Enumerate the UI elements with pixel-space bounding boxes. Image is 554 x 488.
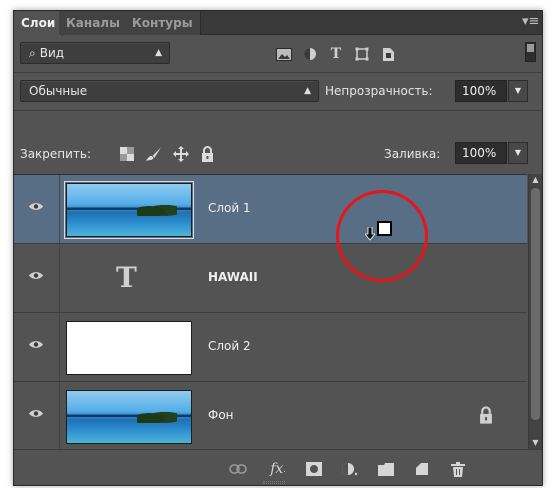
layer-name[interactable]: HAWAII <box>208 270 258 284</box>
filter-kind-label: Вид <box>39 46 65 60</box>
layers-panel: Слои Каналы Контуры ▾≡ ⌕ Вид ▲ T Обычные … <box>13 10 543 486</box>
scrollbar-thumb[interactable] <box>531 188 540 420</box>
eye-icon[interactable] <box>29 271 43 280</box>
image-filter-icon[interactable] <box>276 46 292 62</box>
fill-input[interactable]: 100% <box>455 142 507 164</box>
blend-mode-value: Обычные <box>29 84 88 98</box>
mask-drag-square <box>377 221 392 236</box>
drag-cursor-icon <box>365 227 375 241</box>
type-filter-icon[interactable]: T <box>328 46 344 62</box>
fx-icon[interactable]: fx. <box>268 460 288 478</box>
tab-paths[interactable]: Контуры <box>125 11 201 35</box>
layer-row[interactable]: T HAWAII <box>14 244 527 313</box>
layer-name[interactable]: Фон <box>208 408 234 422</box>
smart-object-filter-icon[interactable] <box>380 46 396 62</box>
red-annotation-circle <box>336 190 428 282</box>
type-layer-icon[interactable]: T <box>116 261 137 294</box>
fill-label: Заливка: <box>384 147 441 161</box>
panel-tab-bar: Слои Каналы Контуры ▾≡ <box>14 11 542 36</box>
layers-bottom-toolbar: fx. <box>14 449 542 485</box>
visibility-cell[interactable] <box>14 244 60 312</box>
tab-channels[interactable]: Каналы <box>59 11 128 35</box>
lock-position-icon[interactable] <box>172 145 189 162</box>
shape-filter-icon[interactable] <box>354 46 370 62</box>
layer-row[interactable]: Слой 2 <box>14 313 527 382</box>
filter-kind-select[interactable]: ⌕ Вид ▲ <box>20 42 170 64</box>
lock-icon <box>480 406 492 424</box>
scroll-down-icon[interactable]: ▼ <box>529 437 542 449</box>
resize-grip[interactable] <box>263 481 285 484</box>
opacity-label: Непрозрачность: <box>325 84 433 98</box>
layers-list: Слой 1 T HAWAII Слой 2 Фон <box>14 174 527 449</box>
adjustment-filter-icon[interactable] <box>302 46 318 62</box>
panel-menu-icon[interactable]: ▾≡ <box>522 14 539 30</box>
layer-row[interactable]: Фон <box>14 382 527 449</box>
updown-arrows-icon: ▲ <box>155 48 162 58</box>
lock-image-icon[interactable] <box>145 145 162 162</box>
layers-scrollbar[interactable]: ▲ ▼ <box>528 174 542 449</box>
layer-row[interactable]: Слой 1 <box>14 175 527 244</box>
visibility-cell[interactable] <box>14 175 60 243</box>
new-layer-icon[interactable] <box>412 460 432 478</box>
blend-mode-select[interactable]: Обычные ▲ <box>20 80 319 102</box>
layer-thumbnail[interactable] <box>66 321 192 375</box>
trash-icon[interactable] <box>448 460 468 478</box>
eye-icon[interactable] <box>29 409 43 418</box>
lock-all-icon[interactable] <box>199 145 216 162</box>
fill-dropdown-button[interactable]: ▼ <box>508 142 528 164</box>
layer-name[interactable]: Слой 1 <box>208 201 251 215</box>
layer-thumbnail[interactable] <box>66 390 192 444</box>
add-mask-icon[interactable] <box>304 460 324 478</box>
search-icon: ⌕ <box>29 46 36 60</box>
link-layers-icon[interactable] <box>228 460 248 478</box>
filter-toggle-switch[interactable] <box>525 42 536 62</box>
layer-name[interactable]: Слой 2 <box>208 339 251 353</box>
updown-arrows-icon: ▲ <box>304 86 311 96</box>
tab-layers[interactable]: Слои <box>14 11 64 36</box>
scroll-up-icon[interactable]: ▲ <box>529 174 542 186</box>
visibility-cell[interactable] <box>14 313 60 381</box>
new-group-icon[interactable] <box>376 460 396 478</box>
visibility-cell[interactable] <box>14 382 60 449</box>
opacity-input[interactable]: 100% <box>455 80 507 102</box>
adjustment-layer-icon[interactable] <box>340 460 360 478</box>
lock-label: Закрепить: <box>20 147 92 161</box>
opacity-dropdown-button[interactable]: ▼ <box>508 80 528 102</box>
eye-icon[interactable] <box>29 202 43 211</box>
lock-transparent-icon[interactable] <box>118 145 135 162</box>
eye-icon[interactable] <box>29 340 43 349</box>
filter-icons: T <box>276 42 396 66</box>
layer-thumbnail[interactable] <box>64 181 194 239</box>
lock-icons <box>118 145 216 162</box>
